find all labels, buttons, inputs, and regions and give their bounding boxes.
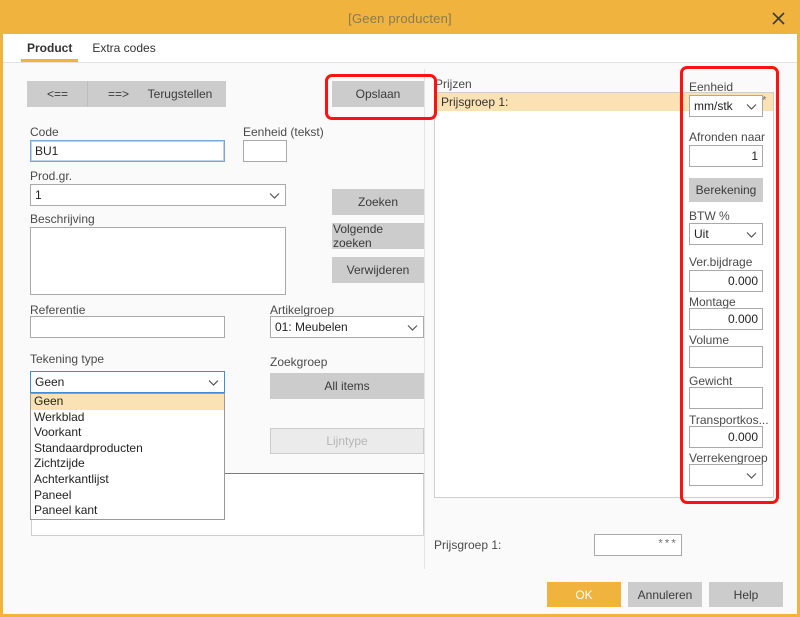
volume-input[interactable] <box>689 346 763 368</box>
previous-record-button[interactable]: <== <box>27 81 88 107</box>
chevron-down-icon <box>268 189 281 202</box>
btw-label: BTW % <box>689 209 730 223</box>
volume-label: Volume <box>689 333 729 347</box>
tekening-type-value: Geen <box>35 375 204 389</box>
next-record-label: ==> <box>108 87 129 101</box>
close-icon[interactable] <box>765 5 791 31</box>
vertical-divider <box>424 69 425 569</box>
search-label: Zoeken <box>358 195 398 209</box>
tekening-type-option[interactable]: Voorkant <box>31 425 224 441</box>
afronden-input[interactable] <box>689 145 763 167</box>
search-next-label: Volgende zoeken <box>333 222 423 250</box>
prijsgroep-name: Prijsgroep 1: <box>441 95 508 109</box>
cancel-button[interactable]: Annuleren <box>628 582 702 607</box>
zoekgroep-all-items-button[interactable]: All items <box>270 373 424 399</box>
tab-product[interactable]: Product <box>17 39 82 62</box>
artikelgroep-value: 01: Meubelen <box>275 320 403 334</box>
tab-bar: Product Extra codes <box>3 34 797 63</box>
eenheid-select[interactable]: mm/stk <box>689 95 763 117</box>
delete-button[interactable]: Verwijderen <box>332 257 424 283</box>
product-dialog: [Geen producten] Product Extra codes <==… <box>0 0 800 617</box>
search-next-button[interactable]: Volgende zoeken <box>332 223 424 249</box>
help-button[interactable]: Help <box>709 582 783 607</box>
lijntype-button[interactable]: Lijntype <box>270 428 424 454</box>
chevron-down-icon <box>406 321 419 334</box>
chevron-down-icon <box>745 469 758 482</box>
cancel-label: Annuleren <box>638 588 693 602</box>
tekening-type-label: Tekening type <box>30 352 104 366</box>
artikelgroep-select[interactable]: 01: Meubelen <box>270 316 424 338</box>
tekening-type-option[interactable]: Werkblad <box>31 410 224 426</box>
verbijdrage-input[interactable] <box>689 270 763 292</box>
gewicht-label: Gewicht <box>689 374 732 388</box>
beschrijving-textarea[interactable] <box>30 227 286 295</box>
tekening-type-option[interactable]: Paneel kant <box>31 503 224 519</box>
eenheid-value: mm/stk <box>694 99 742 113</box>
search-button[interactable]: Zoeken <box>332 189 424 215</box>
transportkosten-label: Transportkos... <box>689 413 769 427</box>
tekening-type-option[interactable]: Achterkantlijst <box>31 472 224 488</box>
record-nav-group: <== ==> <box>27 81 149 107</box>
code-input[interactable] <box>30 140 225 162</box>
help-label: Help <box>734 588 759 602</box>
tekening-type-option[interactable]: Geen <box>31 394 224 410</box>
zoekgroep-label: Zoekgroep <box>270 355 327 369</box>
gewicht-input[interactable] <box>689 387 763 409</box>
prodgr-value: 1 <box>35 188 265 202</box>
referentie-input[interactable] <box>30 316 225 338</box>
ok-label: OK <box>575 588 592 602</box>
footer-prijsgroep-input[interactable] <box>594 534 682 556</box>
reset-button[interactable]: Terugstellen <box>134 81 226 107</box>
verbijdrage-label: Ver.bijdrage <box>689 255 752 269</box>
chevron-down-icon <box>745 228 758 241</box>
montage-label: Montage <box>689 295 736 309</box>
eenheid-tekst-label: Eenheid (tekst) <box>243 125 324 139</box>
reset-label: Terugstellen <box>148 87 213 101</box>
berekening-button[interactable]: Berekening <box>689 178 763 202</box>
prodgr-select[interactable]: 1 <box>30 184 286 206</box>
zoekgroep-all-items-label: All items <box>324 379 369 393</box>
beschrijving-label: Beschrijving <box>30 212 95 226</box>
save-label: Opslaan <box>356 87 401 101</box>
title-bar: [Geen producten] <box>3 3 797 34</box>
artikelgroep-label: Artikelgroep <box>270 303 334 317</box>
footer-prijsgroep-label: Prijsgroep 1: <box>434 538 501 552</box>
eenheid-tekst-input[interactable] <box>243 140 287 162</box>
btw-value: Uit <box>694 227 742 241</box>
montage-input[interactable] <box>689 308 763 330</box>
afronden-label: Afronden naar <box>689 130 765 144</box>
eenheid-label: Eenheid <box>689 80 733 94</box>
prodgr-label: Prod.gr. <box>30 169 72 183</box>
tekening-type-option[interactable]: Zichtzijde <box>31 456 224 472</box>
previous-record-label: <== <box>47 87 68 101</box>
btw-select[interactable]: Uit <box>689 223 763 245</box>
tab-product-label: Product <box>27 41 72 55</box>
referentie-label: Referentie <box>30 303 85 317</box>
save-button[interactable]: Opslaan <box>332 81 424 107</box>
chevron-down-icon <box>745 100 758 113</box>
lijntype-label: Lijntype <box>326 434 367 448</box>
window-title: [Geen producten] <box>348 11 452 26</box>
ok-button[interactable]: OK <box>547 582 621 607</box>
chevron-down-icon <box>207 376 220 389</box>
code-label: Code <box>30 125 59 139</box>
tekening-type-option-list[interactable]: Geen Werkblad Voorkant Standaardproducte… <box>30 393 225 520</box>
tab-extra-codes[interactable]: Extra codes <box>82 39 165 62</box>
transportkosten-input[interactable] <box>689 426 763 448</box>
verrekengroep-label: Verrekengroep <box>689 451 768 465</box>
verrekengroep-select[interactable] <box>689 464 763 486</box>
prijzen-label: Prijzen <box>435 77 472 91</box>
tekening-type-option[interactable]: Paneel <box>31 488 224 504</box>
tab-extra-codes-label: Extra codes <box>92 41 155 55</box>
tekening-type-option[interactable]: Standaardproducten <box>31 441 224 457</box>
berekening-label: Berekening <box>696 183 757 197</box>
delete-label: Verwijderen <box>347 263 410 277</box>
tekening-type-select[interactable]: Geen <box>30 371 225 393</box>
